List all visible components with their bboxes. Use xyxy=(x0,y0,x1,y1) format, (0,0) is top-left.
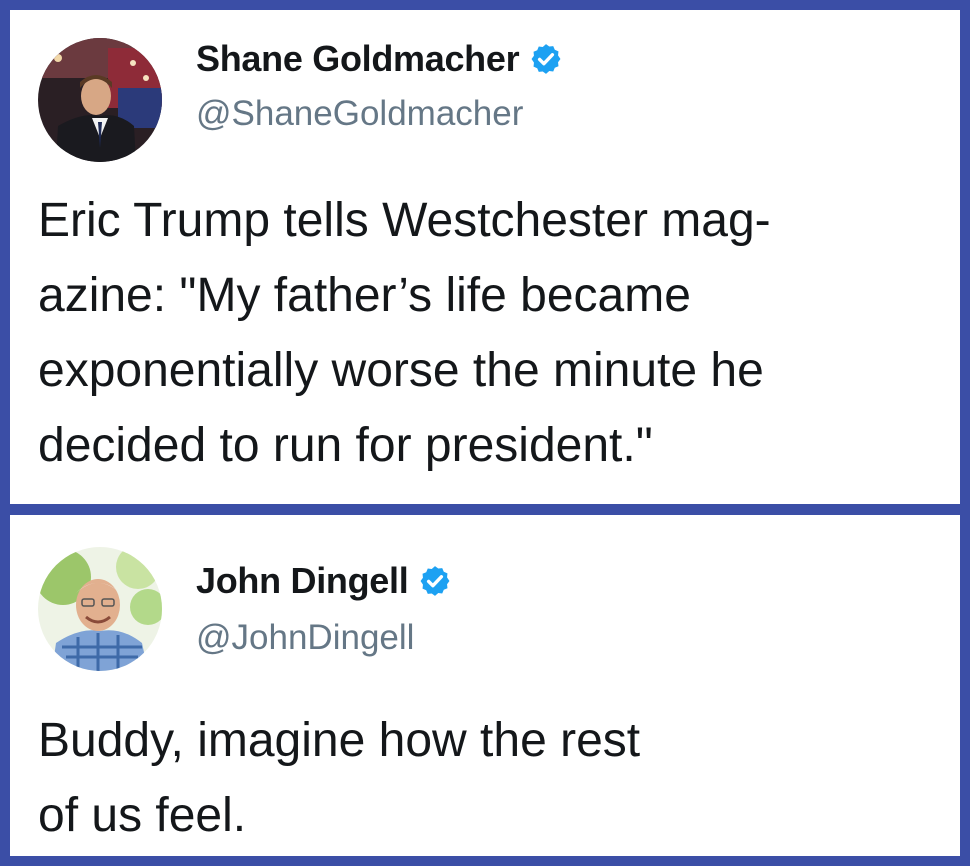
verified-badge-icon xyxy=(531,44,561,74)
tweet-text-line: Eric Trump tells Westchester mag- xyxy=(38,194,771,247)
display-name[interactable]: Shane Goldmacher xyxy=(196,38,520,80)
tweet-text: Eric Trump tells Westchester mag- azine:… xyxy=(38,183,771,483)
profile-photo-smiling-older-man-icon xyxy=(38,547,162,671)
tweet-text-line: azine: "My father’s life became xyxy=(38,269,691,322)
author-name-row: Shane Goldmacher xyxy=(196,38,563,80)
tweet-card-shane-goldmacher[interactable]: Shane Goldmacher @ShaneGoldmacher Eric T… xyxy=(10,10,960,504)
tweet-text-line: of us feel. xyxy=(38,789,247,842)
user-handle[interactable]: @ShaneGoldmacher xyxy=(196,94,523,134)
author-name-row: John Dingell xyxy=(196,560,452,602)
tweet-text: Buddy, imagine how the rest of us feel. xyxy=(38,703,640,853)
tweet-text-line: decided to run for president." xyxy=(38,419,653,472)
tweet-card-john-dingell[interactable]: John Dingell @JohnDingell Buddy, imagine… xyxy=(10,515,960,856)
verified-badge-icon xyxy=(420,566,450,596)
display-name[interactable]: John Dingell xyxy=(196,560,409,602)
profile-photo-man-in-suit-icon xyxy=(38,38,162,162)
user-handle[interactable]: @JohnDingell xyxy=(196,618,414,658)
avatar[interactable] xyxy=(38,38,162,162)
tweet-text-line: Buddy, imagine how the rest xyxy=(38,714,641,767)
tweet-text-line: exponentially worse the minute he xyxy=(38,344,764,397)
avatar[interactable] xyxy=(38,547,162,671)
